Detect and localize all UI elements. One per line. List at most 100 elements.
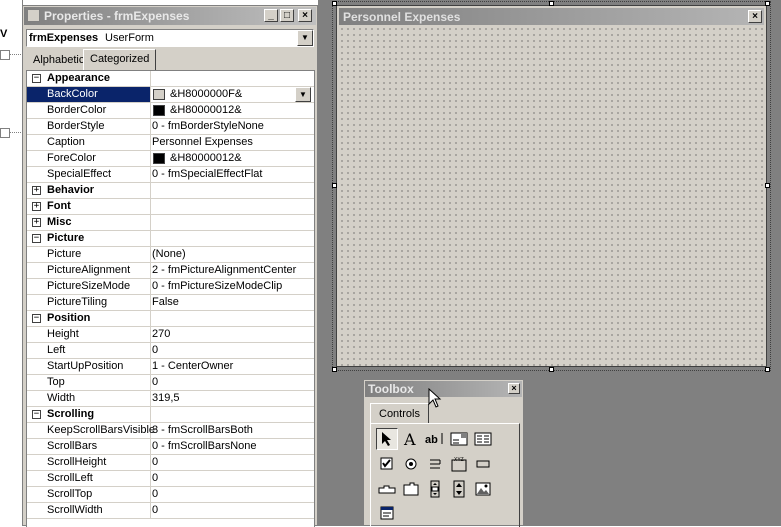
- property-value[interactable]: 0 - fmScrollBarsNone: [152, 440, 257, 452]
- close-button[interactable]: ×: [298, 9, 312, 22]
- property-row[interactable]: Picture (None): [27, 247, 314, 263]
- property-value[interactable]: &H80000012&: [170, 152, 242, 164]
- property-value[interactable]: 270: [152, 328, 170, 340]
- tab-controls[interactable]: Controls: [370, 403, 429, 424]
- category-row[interactable]: − Position: [27, 311, 314, 327]
- property-row[interactable]: SpecialEffect 0 - fmSpecialEffectFlat: [27, 167, 314, 183]
- resize-handle[interactable]: [765, 183, 770, 188]
- property-value[interactable]: Personnel Expenses: [152, 136, 253, 148]
- scrollbar-tool[interactable]: [424, 478, 446, 500]
- expand-icon[interactable]: +: [32, 218, 41, 227]
- property-row[interactable]: Top 0: [27, 375, 314, 391]
- optionbutton-tool[interactable]: [400, 453, 422, 475]
- expand-icon[interactable]: +: [32, 202, 41, 211]
- property-row[interactable]: BorderStyle 0 - fmBorderStyleNone: [27, 119, 314, 135]
- resize-handle[interactable]: [332, 183, 337, 188]
- select-objects-tool[interactable]: [376, 428, 398, 450]
- collapse-icon[interactable]: −: [32, 234, 41, 243]
- property-value[interactable]: 0 - fmBorderStyleNone: [152, 120, 264, 132]
- minimize-button[interactable]: _: [264, 9, 278, 22]
- chevron-down-icon[interactable]: ▼: [295, 87, 311, 102]
- property-row[interactable]: Left 0: [27, 343, 314, 359]
- category-row[interactable]: + Misc: [27, 215, 314, 231]
- property-value[interactable]: False: [152, 296, 179, 308]
- property-row[interactable]: KeepScrollBarsVisible 3 - fmScrollBarsBot…: [27, 423, 314, 439]
- image-tool[interactable]: [472, 478, 494, 500]
- spinbutton-tool[interactable]: [448, 478, 470, 500]
- category-row[interactable]: + Behavior: [27, 183, 314, 199]
- property-row[interactable]: BorderColor &H80000012&: [27, 103, 314, 119]
- collapse-icon[interactable]: −: [32, 314, 41, 323]
- property-row[interactable]: PictureAlignment 2 - fmPictureAlignmentCe…: [27, 263, 314, 279]
- project-node-label[interactable]: V: [0, 28, 7, 40]
- mouse-cursor-icon: [428, 388, 442, 408]
- property-value[interactable]: 2 - fmPictureAlignmentCenter: [152, 264, 296, 276]
- refedit-tool[interactable]: [376, 502, 398, 524]
- property-value[interactable]: 3 - fmScrollBarsBoth: [152, 424, 253, 436]
- tree-expander[interactable]: [0, 50, 10, 60]
- commandbutton-tool[interactable]: [472, 453, 494, 475]
- property-value[interactable]: 0: [152, 504, 158, 516]
- property-row[interactable]: StartUpPosition 1 - CenterOwner: [27, 359, 314, 375]
- property-value[interactable]: 0: [152, 376, 158, 388]
- property-value[interactable]: 0 - fmPictureSizeModeClip: [152, 280, 282, 292]
- toolbox-close-button[interactable]: ×: [508, 383, 520, 394]
- toolbox-titlebar[interactable]: Toolbox ×: [365, 381, 522, 397]
- property-value[interactable]: 0: [152, 456, 158, 468]
- category-row[interactable]: + Font: [27, 199, 314, 215]
- collapse-icon[interactable]: −: [32, 74, 41, 83]
- property-value[interactable]: 0: [152, 344, 158, 356]
- collapse-icon[interactable]: −: [32, 410, 41, 419]
- property-value[interactable]: 0: [152, 488, 158, 500]
- property-name: Top: [47, 376, 65, 388]
- multipage-tool[interactable]: [400, 478, 422, 500]
- expand-icon[interactable]: +: [32, 186, 41, 195]
- tree-expander[interactable]: [0, 128, 10, 138]
- resize-handle[interactable]: [765, 367, 770, 372]
- property-name: ScrollBars: [47, 440, 98, 452]
- property-value[interactable]: &H80000012&: [170, 104, 242, 116]
- tab-alphabetic[interactable]: Alphabetic: [27, 51, 90, 70]
- property-row[interactable]: PictureTiling False: [27, 295, 314, 311]
- property-row[interactable]: Caption Personnel Expenses: [27, 135, 314, 151]
- resize-handle[interactable]: [549, 1, 554, 6]
- property-row[interactable]: ScrollTop 0: [27, 487, 314, 503]
- property-value[interactable]: 0: [152, 472, 158, 484]
- maximize-button[interactable]: □: [280, 9, 294, 22]
- checkbox-tool[interactable]: [376, 453, 398, 475]
- property-value[interactable]: 0 - fmSpecialEffectFlat: [152, 168, 262, 180]
- property-row[interactable]: ScrollWidth 0: [27, 503, 314, 519]
- frame-tool[interactable]: XYZ: [448, 453, 470, 475]
- chevron-down-icon[interactable]: ▼: [297, 30, 313, 46]
- property-value[interactable]: (None): [152, 248, 186, 260]
- category-row[interactable]: − Scrolling: [27, 407, 314, 423]
- userform-designer[interactable]: Personnel Expenses ×: [332, 1, 771, 371]
- resize-handle[interactable]: [332, 367, 337, 372]
- tab-categorized[interactable]: Categorized: [83, 49, 157, 70]
- properties-titlebar[interactable]: Properties - frmExpenses _ □ ×: [24, 7, 316, 25]
- tabstrip-tool[interactable]: [376, 478, 398, 500]
- category-row[interactable]: − Appearance: [27, 71, 314, 87]
- property-row[interactable]: ScrollHeight 0: [27, 455, 314, 471]
- property-row[interactable]: Height 270: [27, 327, 314, 343]
- textbox-tool[interactable]: ab: [424, 428, 446, 450]
- property-row[interactable]: ForeColor &H80000012&: [27, 151, 314, 167]
- resize-handle[interactable]: [332, 1, 337, 6]
- tabstrip-icon: [378, 485, 396, 494]
- property-row[interactable]: PictureSizeMode 0 - fmPictureSizeModeClip: [27, 279, 314, 295]
- property-row[interactable]: ScrollLeft 0: [27, 471, 314, 487]
- property-row[interactable]: Width 319,5: [27, 391, 314, 407]
- resize-handle[interactable]: [765, 1, 770, 6]
- togglebutton-tool[interactable]: [424, 453, 446, 475]
- listbox-tool[interactable]: [472, 428, 494, 450]
- object-selector[interactable]: frmExpenses UserForm ▼: [26, 29, 314, 47]
- property-value[interactable]: 1 - CenterOwner: [152, 360, 233, 372]
- property-value[interactable]: &H8000000F&: [170, 88, 242, 100]
- property-row[interactable]: ScrollBars 0 - fmScrollBarsNone: [27, 439, 314, 455]
- combobox-tool[interactable]: [448, 428, 470, 450]
- property-row[interactable]: BackColor &H8000000F& ▼: [27, 87, 314, 103]
- resize-handle[interactable]: [549, 367, 554, 372]
- property-value[interactable]: 319,5: [152, 392, 180, 404]
- category-row[interactable]: − Picture: [27, 231, 314, 247]
- label-tool[interactable]: A: [400, 428, 422, 450]
